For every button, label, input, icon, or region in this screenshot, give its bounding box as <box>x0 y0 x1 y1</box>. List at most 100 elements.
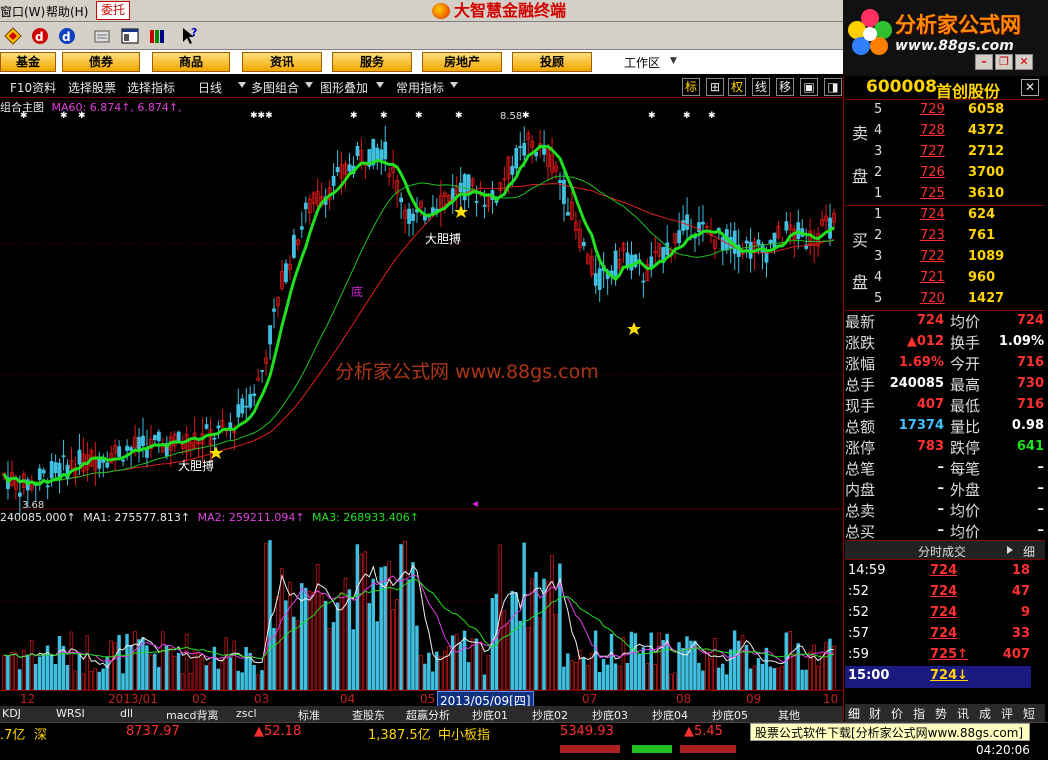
volume-bar <box>391 609 395 691</box>
tab-chaodi01[interactable]: 抄底01 <box>472 707 508 723</box>
status-item: .7亿 <box>0 728 26 743</box>
orderbook-price[interactable]: 721 <box>920 270 945 285</box>
common-indicator-dropdown-icon[interactable] <box>450 82 458 88</box>
orderbook-price[interactable]: 725 <box>920 186 945 201</box>
signal-marker: ✱ <box>350 111 358 121</box>
restore-button[interactable]: ❐ <box>995 54 1013 70</box>
nav-commodity[interactable]: 商品 <box>152 52 230 72</box>
menu-window[interactable]: 窗口(W) <box>0 3 45 20</box>
volume-bar <box>415 625 419 691</box>
orderbook-price[interactable]: 720 <box>920 291 945 306</box>
books-icon[interactable] <box>147 26 167 46</box>
tab-chaodi03[interactable]: 抄底03 <box>592 707 628 723</box>
tab-other[interactable]: 其他 <box>778 707 800 723</box>
volume-bar <box>748 668 753 691</box>
volume-bar <box>824 642 828 691</box>
help-cursor-icon[interactable]: ? <box>180 26 200 46</box>
rtab-price[interactable]: 价 <box>891 705 903 722</box>
stat-value: 240085 <box>889 376 944 391</box>
watermark: 分析家公式网 www.88gs.com <box>335 361 599 383</box>
nav-service[interactable]: 服务 <box>332 52 412 72</box>
tab-zscl[interactable]: zscl <box>236 707 257 720</box>
tab-chaodi02[interactable]: 抄底02 <box>532 707 568 723</box>
close-panel-button[interactable]: ✕ <box>1021 79 1039 96</box>
period-daily-button[interactable]: 日线 <box>198 79 222 96</box>
tab-macd-divergence[interactable]: macd背离 <box>166 707 219 723</box>
document-icon[interactable] <box>92 26 112 46</box>
volume-bar <box>633 633 638 691</box>
orderbook-price[interactable]: 726 <box>920 165 945 180</box>
orderbook-price[interactable]: 722 <box>920 249 945 264</box>
volume-bar <box>212 646 217 691</box>
window-layout-icon[interactable] <box>120 26 140 46</box>
tick-volume: 47 <box>1011 584 1030 599</box>
nav-bond[interactable]: 债券 <box>62 52 140 72</box>
select-indicator-button[interactable]: 选择指标 <box>127 79 175 96</box>
rtab-news[interactable]: 讯 <box>957 705 969 722</box>
ticks-detail-button[interactable]: 细 <box>1023 543 1035 560</box>
red-tool-icon[interactable]: d <box>30 26 50 46</box>
nav-advisor[interactable]: 投顾 <box>512 52 592 72</box>
crosshair-button[interactable]: ⊞ <box>706 78 724 96</box>
orderbook-price[interactable]: 729 <box>920 102 945 117</box>
orderbook-price[interactable]: 727 <box>920 144 945 159</box>
rtab-detail[interactable]: 细 <box>848 705 860 722</box>
weituo-button[interactable]: 委托 <box>96 1 130 20</box>
line-button[interactable]: 线 <box>752 78 770 96</box>
rtab-trend[interactable]: 势 <box>935 705 947 722</box>
tab-chaodi05[interactable]: 抄底05 <box>712 707 748 723</box>
rtab-index[interactable]: 指 <box>913 705 925 722</box>
overlay-dropdown-icon[interactable] <box>376 82 384 88</box>
panel-toggle-button[interactable]: ▣ <box>800 78 818 96</box>
orderbook-price[interactable]: 723 <box>920 228 945 243</box>
rtab-deal[interactable]: 成 <box>979 705 991 722</box>
tab-chaoying[interactable]: 超赢分析 <box>406 707 450 723</box>
ticks-expand-icon[interactable] <box>1007 546 1013 554</box>
sidebar-toggle-button[interactable]: ◨ <box>824 78 842 96</box>
tab-wrsi[interactable]: WRSI <box>56 707 85 720</box>
rtab-review[interactable]: 评 <box>1001 705 1013 722</box>
tick-price: 724 <box>930 626 958 641</box>
minimize-button[interactable]: – <box>975 54 993 70</box>
orderbook-price[interactable]: 724 <box>920 207 945 222</box>
multi-chart-dropdown-icon[interactable] <box>305 82 313 88</box>
ad-banner[interactable]: 股票公式软件下载[分析家公式网www.88gs.com] <box>750 723 1030 741</box>
orderbook-price[interactable]: 728 <box>920 123 945 138</box>
move-button[interactable]: 移 <box>776 78 794 96</box>
stat-label: 量比 <box>950 418 981 436</box>
tab-kdj[interactable]: KDJ <box>2 707 21 720</box>
orderbook-level: 4 <box>874 270 883 285</box>
tab-standard[interactable]: 标准 <box>298 707 320 723</box>
period-dropdown-icon[interactable] <box>238 82 246 88</box>
f10-button[interactable]: F10资料 <box>10 79 56 96</box>
blue-tool-icon[interactable]: d <box>57 26 77 46</box>
tab-dll[interactable]: dll <box>120 707 133 720</box>
volume-bar <box>303 587 308 691</box>
rtab-short[interactable]: 短 <box>1023 705 1035 722</box>
menu-help[interactable]: 帮助(H) <box>46 3 88 20</box>
kline-chart[interactable]: ✱ ✱ ✱ ✱✱✱ ✱ ✱ ✱ ✱ ✱ ✱ ✱ ✱ 大胆搏 大胆搏 底 3.68 8.58 <box>0 98 843 706</box>
multi-chart-button[interactable]: 多图组合 <box>251 79 299 96</box>
candle-body <box>462 174 467 201</box>
stat-label: 跌停 <box>950 439 981 457</box>
orderbook-level: 2 <box>874 228 883 243</box>
candle-body <box>482 204 487 207</box>
workarea-dropdown-icon[interactable]: ▼ <box>670 56 677 66</box>
nav-news[interactable]: 资讯 <box>242 52 322 72</box>
mark-button[interactable]: 标 <box>682 78 700 96</box>
close-window-button[interactable]: ✕ <box>1015 54 1033 70</box>
select-stock-button[interactable]: 选择股票 <box>68 79 116 96</box>
rtab-finance[interactable]: 财 <box>869 705 881 722</box>
stat-value: – <box>1037 502 1045 517</box>
nav-diamond-icon[interactable] <box>3 26 23 46</box>
stat-label: 今开 <box>950 355 981 373</box>
workarea-label[interactable]: 工作区 <box>624 54 660 71</box>
common-indicator-button[interactable]: 常用指标 <box>396 79 444 96</box>
nav-fund[interactable]: 基金 <box>0 52 56 72</box>
tab-shareholders[interactable]: 查股东 <box>352 707 385 723</box>
nav-realestate[interactable]: 房地产 <box>422 52 502 72</box>
candle-body <box>514 148 519 169</box>
rights-button[interactable]: 权 <box>728 78 746 96</box>
tab-chaodi04[interactable]: 抄底04 <box>652 707 688 723</box>
overlay-button[interactable]: 图形叠加 <box>320 79 368 96</box>
